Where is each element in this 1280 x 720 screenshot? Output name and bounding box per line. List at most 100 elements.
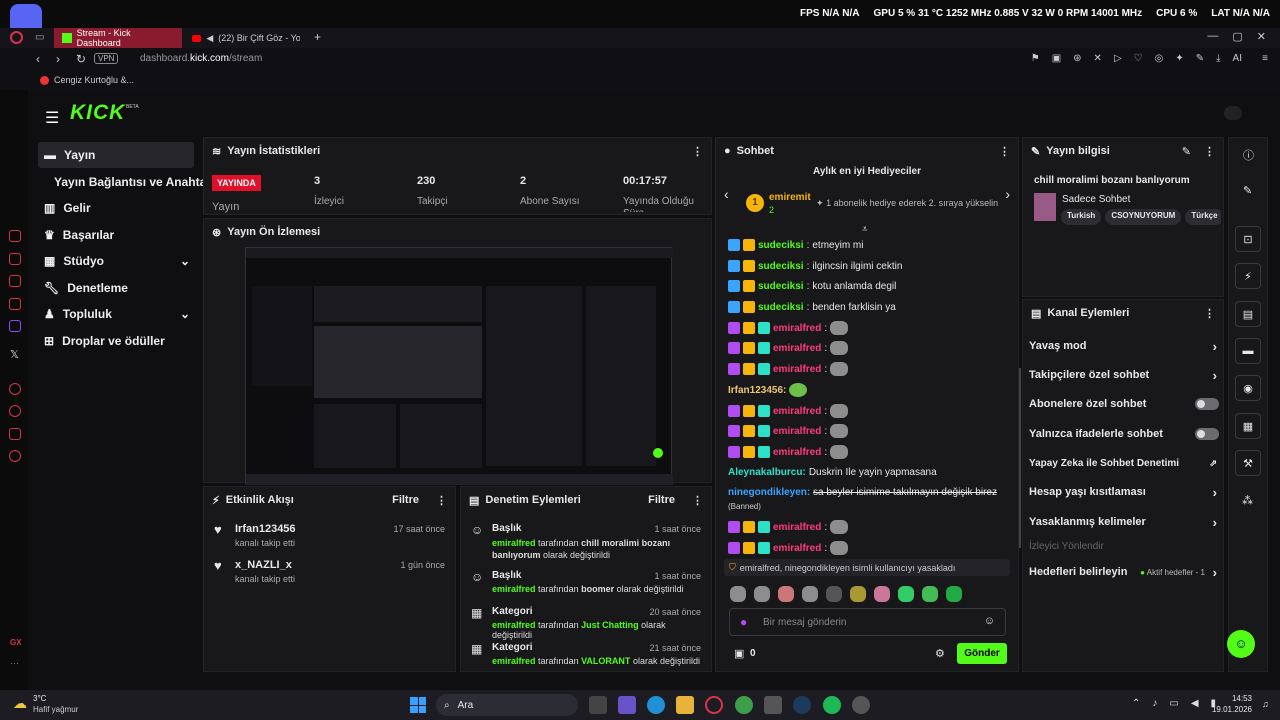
sidebar-whatsapp-icon[interactable]	[9, 298, 21, 310]
activity-user[interactable]: Irfan123456	[235, 523, 296, 535]
hamburger-icon[interactable]: ☰	[45, 108, 59, 128]
emoji-icon[interactable]: ☺	[984, 615, 995, 627]
filter-button[interactable]: Filtre	[392, 494, 419, 506]
chat-input[interactable]: ● Bir mesaj gönderin ☺	[729, 608, 1006, 636]
nav-basarilar[interactable]: ♛ Başarılar	[38, 222, 194, 248]
sidebar-toggle-icon[interactable]: ▭	[35, 32, 44, 43]
sidebar-twitch-icon[interactable]	[9, 320, 21, 332]
sidebar-history-icon[interactable]	[9, 405, 21, 417]
mod-log-icon[interactable]: ▦	[1235, 413, 1261, 439]
send-button[interactable]: Gönder	[957, 643, 1007, 664]
nav-baglanti[interactable]: Yayın Bağlantısı ve Anahtarı	[48, 169, 214, 195]
back-icon[interactable]: ‹	[36, 52, 40, 66]
kebab-icon[interactable]: ⋮	[1204, 145, 1215, 158]
points-icon[interactable]: ▣	[734, 647, 744, 660]
emote-only-toggle[interactable]	[1195, 428, 1219, 440]
chat-username[interactable]: sudeciksi	[758, 281, 804, 292]
nav-denetleme[interactable]: 🔧︎ Denetleme	[38, 275, 194, 301]
reload-icon[interactable]: ↻	[76, 52, 86, 66]
chat-username[interactable]: Irfan123456:	[728, 385, 786, 396]
discord-icon[interactable]	[10, 4, 42, 28]
sidebar-wallet-icon[interactable]	[9, 253, 21, 265]
minimize-icon[interactable]: —	[1207, 30, 1218, 43]
emote-icon[interactable]	[730, 586, 746, 602]
chat-username[interactable]: ninegondikleyen:	[728, 487, 810, 498]
opera-gx-icon[interactable]	[705, 696, 723, 714]
play-icon[interactable]: ▷	[1114, 53, 1122, 64]
tag-chip[interactable]: Türkçe	[1185, 209, 1221, 225]
chat-username[interactable]: emiralfred	[773, 343, 821, 354]
filter-button[interactable]: Filtre	[648, 494, 675, 506]
emote-icon[interactable]	[922, 586, 938, 602]
account-age-row[interactable]: Hesap yaşı kısıtlaması ›	[1029, 478, 1219, 506]
nav-yayin[interactable]: ▬ Yayın	[38, 142, 194, 168]
chat-scrollbar[interactable]	[1019, 368, 1021, 548]
heart-icon[interactable]: ♡	[1134, 53, 1143, 64]
kebab-icon[interactable]: ⋮	[692, 145, 703, 158]
chat-username[interactable]: emiralfred	[773, 364, 821, 375]
bookmark-item[interactable]: Cengiz Kurtoğlu &...	[40, 75, 134, 85]
emote-icon[interactable]	[898, 586, 914, 602]
emote-icon[interactable]	[802, 586, 818, 602]
m365-icon[interactable]	[618, 696, 636, 714]
chat-username[interactable]: emiralfred	[773, 543, 821, 554]
taskbar-search[interactable]: ⌕ Ara	[436, 694, 578, 716]
close-icon[interactable]: ✕	[1257, 30, 1266, 43]
chat-username[interactable]: emiralfred	[773, 522, 821, 533]
tab-kick-dashboard[interactable]: Stream - Kick Dashboard	[54, 28, 182, 48]
chat-bubble-icon[interactable]: ▬	[1235, 338, 1261, 364]
sync-icon[interactable]: ◎	[1155, 53, 1164, 64]
windows-start-icon[interactable]	[410, 697, 426, 713]
top-gifter-name[interactable]: emiremit	[769, 192, 811, 203]
broadcast-icon[interactable]: ◉	[1235, 375, 1261, 401]
spotify-icon[interactable]	[823, 696, 841, 714]
vpn-badge[interactable]: VPN	[94, 53, 119, 64]
chat-username[interactable]: emiralfred	[773, 406, 821, 417]
clock-time[interactable]: 14:53	[1228, 694, 1252, 703]
volume-icon[interactable]: ◀	[1191, 698, 1199, 709]
kebab-icon[interactable]: ⋮	[999, 145, 1010, 158]
forward-icon[interactable]: ›	[56, 52, 60, 66]
store-icon[interactable]	[764, 696, 782, 714]
kebab-icon[interactable]: ⋮	[1204, 307, 1215, 320]
tag-chip[interactable]: Turkish	[1061, 209, 1102, 225]
document-icon[interactable]: ▤	[1235, 301, 1261, 327]
maximize-icon[interactable]: ▢	[1232, 30, 1242, 43]
ai-icon[interactable]: AI	[1233, 53, 1242, 64]
nav-topluluk[interactable]: ♟ Topluluk ⌄	[38, 301, 194, 327]
chat-username[interactable]: sudeciksi	[758, 261, 804, 272]
sidebar-settings-icon[interactable]	[9, 450, 21, 462]
clock-date[interactable]: 19.01.2026	[1211, 705, 1252, 714]
goals-row[interactable]: Hedefleri belirleyin ● Aktif hedefler - 1…	[1029, 558, 1219, 586]
download-icon[interactable]: ⤓	[1216, 53, 1220, 64]
preview-video[interactable]	[245, 247, 673, 485]
wrench-icon[interactable]: ⚒	[1235, 450, 1261, 476]
gear-icon[interactable]: ⚙	[935, 647, 945, 660]
emote-icon[interactable]	[874, 586, 890, 602]
sidebar-music-icon[interactable]	[9, 383, 21, 395]
extension-icon[interactable]: ✦	[1175, 53, 1183, 64]
new-tab-icon[interactable]: +	[314, 30, 321, 44]
collapse-icon[interactable]: ⩡	[862, 224, 868, 235]
weather-desc[interactable]: Hafif yağmur	[33, 705, 78, 714]
followers-only-row[interactable]: Takipçilere özel sohbet ›	[1029, 361, 1219, 389]
chevron-up-icon[interactable]: ⌃	[1132, 698, 1140, 709]
nav-droplar[interactable]: ⊞ Droplar ve ödüller	[38, 328, 194, 354]
chat-username[interactable]: sudeciksi	[758, 240, 804, 251]
url-field[interactable]: dashboard.kick.com/stream	[140, 53, 262, 64]
sidebar-more-icon[interactable]: ···	[10, 658, 19, 668]
sidebar-gx-icon[interactable]: GX	[10, 638, 22, 647]
cast-icon[interactable]: ✕	[1094, 53, 1102, 64]
pen-icon[interactable]: ✎	[1196, 53, 1204, 64]
snapshot-icon[interactable]: ▣	[1052, 53, 1061, 64]
nav-studyo[interactable]: ▦ Stüdyo ⌄	[38, 248, 194, 274]
file-explorer-icon[interactable]	[676, 696, 694, 714]
category-name[interactable]: Sadece Sohbet	[1062, 194, 1130, 205]
emote-icon[interactable]	[826, 586, 842, 602]
task-view-icon[interactable]	[589, 696, 607, 714]
menu-icon[interactable]: ≡	[1262, 53, 1268, 64]
nav-gelir[interactable]: ▥ Gelir	[38, 195, 194, 221]
kebab-icon[interactable]: ⋮	[692, 494, 703, 507]
edge-icon[interactable]	[647, 696, 665, 714]
emote-icon[interactable]	[778, 586, 794, 602]
